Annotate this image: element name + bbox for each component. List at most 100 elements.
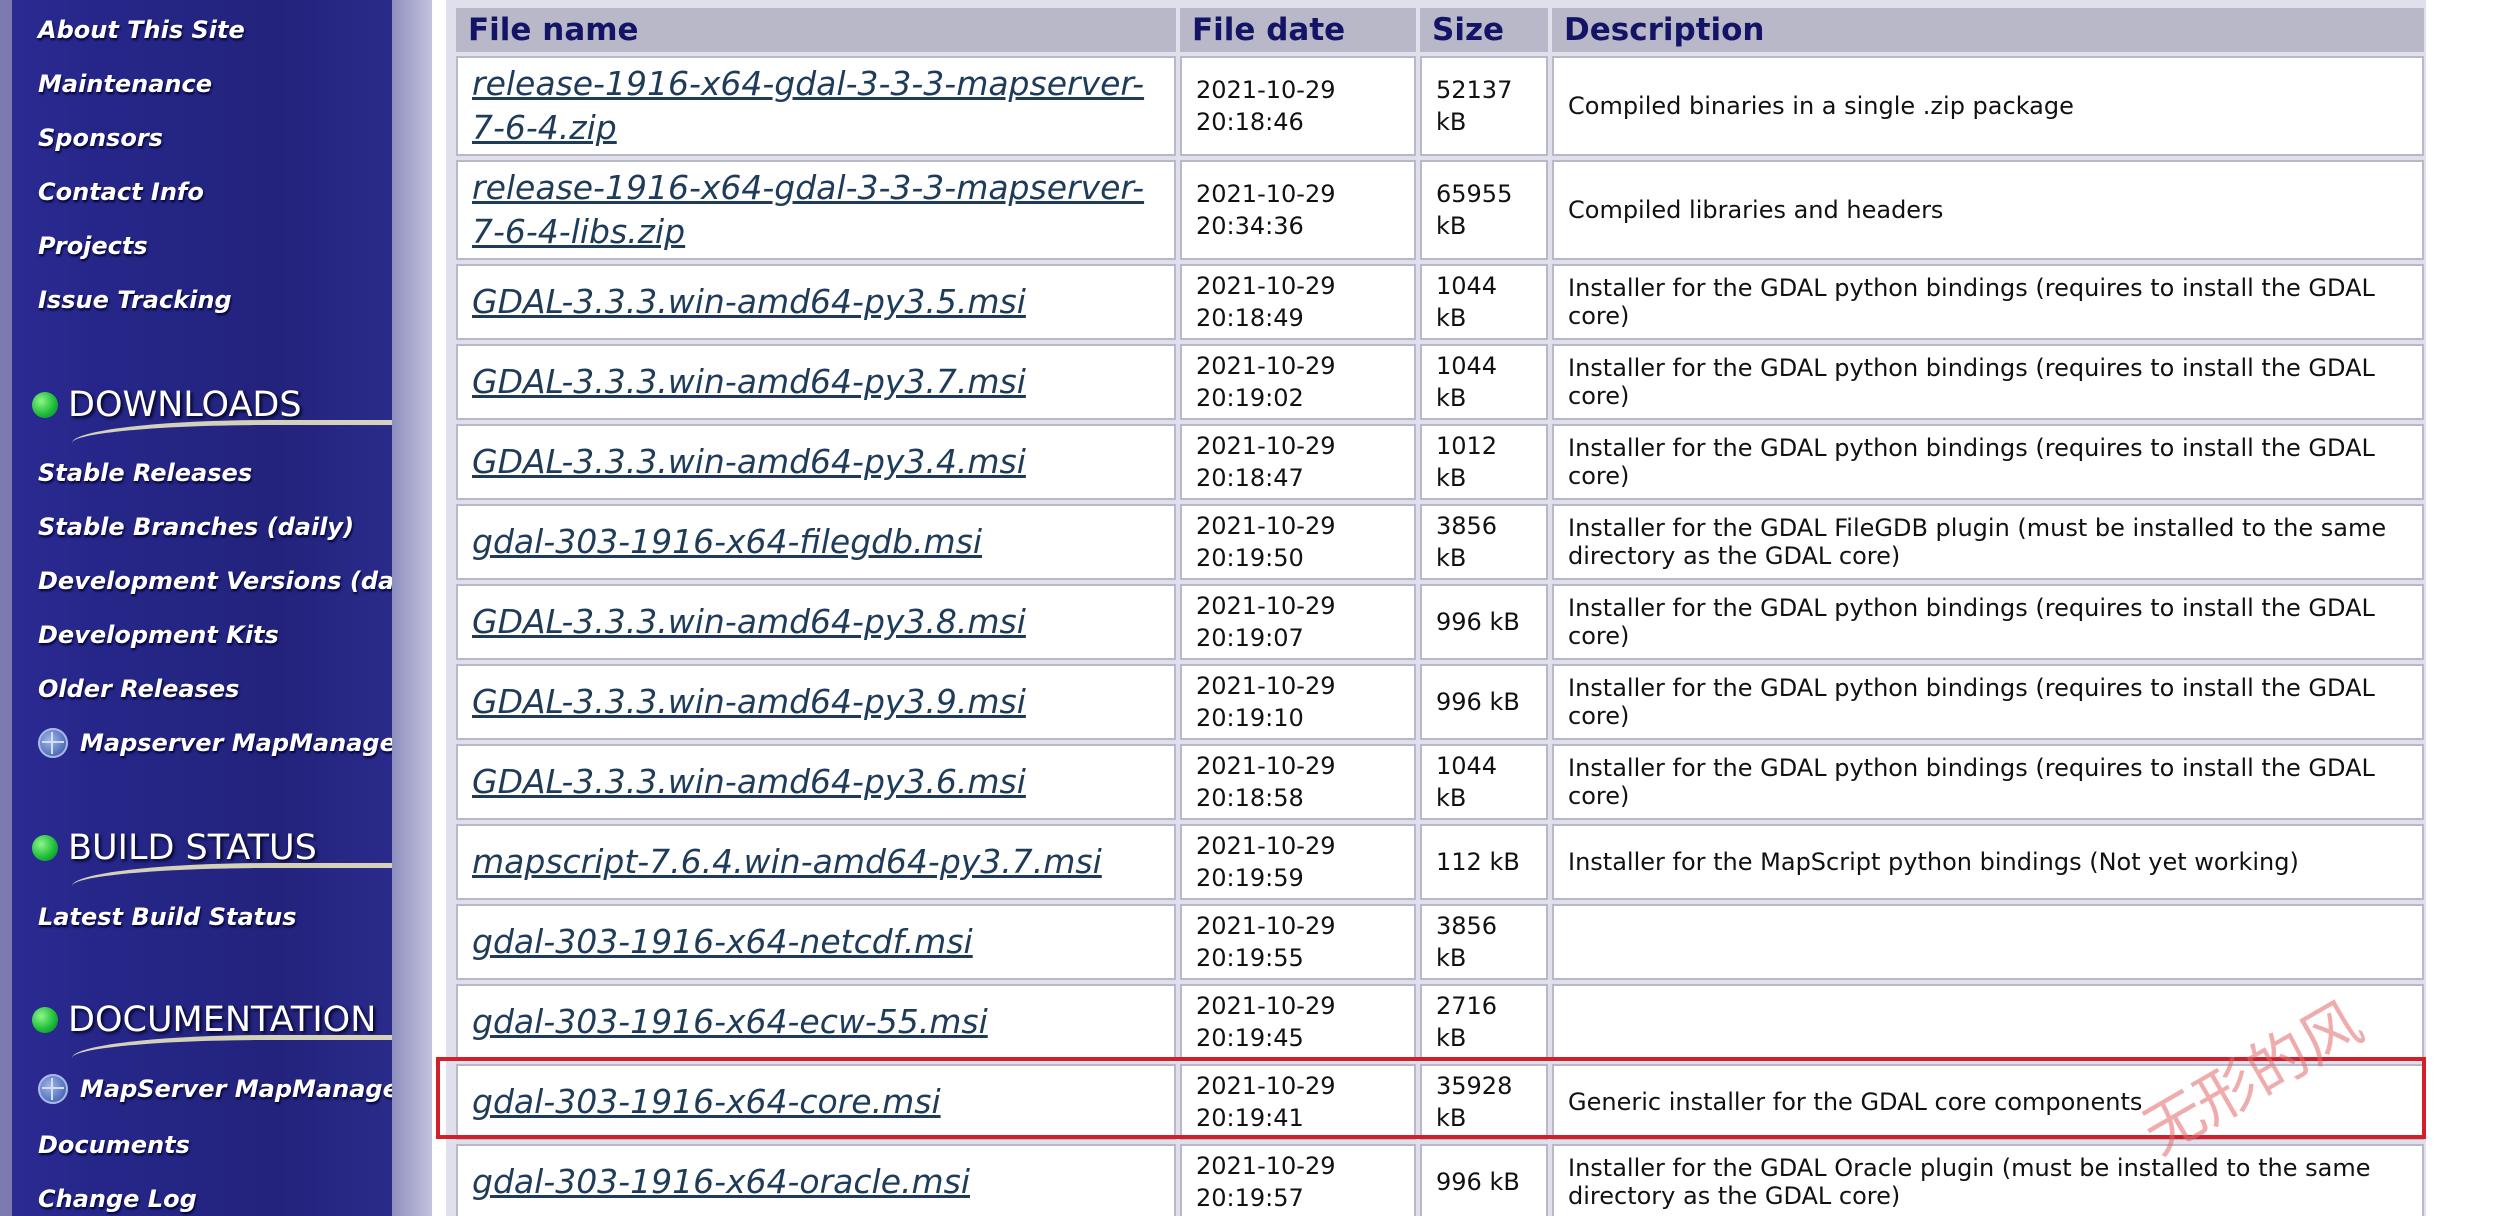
file-date: 2021-10-29 [1196,672,1336,700]
file-description: Generic installer for the GDAL core comp… [1568,1088,2143,1116]
file-download-link[interactable]: mapscript-7.6.4.win-amd64-py3.7.msi [472,842,1102,881]
file-size-cell: 996 kB [1420,1144,1548,1216]
file-time: 20:19:57 [1196,1184,1304,1212]
header-description[interactable]: Description [1552,8,2424,52]
file-description-cell [1552,904,2424,980]
page-right-gutter [2426,0,2498,1216]
file-date: 2021-10-29 [1196,592,1336,620]
file-name-line-1: GDAL-3.3.3.win-amd64-py3.7.msi [472,362,1026,401]
file-name-cell: GDAL-3.3.3.win-amd64-py3.9.msi [456,664,1176,740]
file-description-cell: Installer for the GDAL python bindings (… [1552,344,2424,420]
table-row: GDAL-3.3.3.win-amd64-py3.5.msi 2021-10-2… [456,264,2424,340]
nav-contact-info[interactable]: Contact Info [38,177,204,207]
nav-documents[interactable]: Documents [38,1130,190,1160]
file-download-link[interactable]: gdal-303-1916-x64-filegdb.msi [472,522,982,561]
nav-stable-branches[interactable]: Stable Branches (daily) [38,512,354,542]
nav-change-log[interactable]: Change Log [38,1184,197,1214]
file-date: 2021-10-29 [1196,912,1336,940]
nav-latest-build-status[interactable]: Latest Build Status [38,902,297,932]
nav-maintenance[interactable]: Maintenance [38,69,212,99]
header-file-date[interactable]: File date [1180,8,1416,52]
file-name-line-2: 7-6-4-libs.zip [472,212,686,251]
file-download-link[interactable]: GDAL-3.3.3.win-amd64-py3.8.msi [472,602,1026,641]
nav-stable-releases[interactable]: Stable Releases [38,458,252,488]
file-size: 3856 kB [1436,912,1498,972]
file-size-cell: 3856 kB [1420,904,1548,980]
section-build-status: BUILD STATUS [32,828,317,868]
file-name-line-2: 7-6-4.zip [472,108,617,147]
file-name-cell: gdal-303-1916-x64-filegdb.msi [456,504,1176,580]
file-time: 20:19:45 [1196,1024,1304,1052]
file-date-cell: 2021-10-29 20:19:45 [1180,984,1416,1060]
file-download-link[interactable]: GDAL-3.3.3.win-amd64-py3.5.msi [472,282,1026,321]
file-size-cell: 1012 kB [1420,424,1548,500]
file-download-link[interactable]: gdal-303-1916-x64-oracle.msi [472,1162,970,1201]
file-download-link[interactable]: gdal-303-1916-x64-ecw-55.msi [472,1002,988,1041]
nav-projects[interactable]: Projects [38,231,148,261]
nav-mapserver-mapmanager-label: Mapserver MapManager [80,729,408,757]
file-size: 1044 kB [1436,272,1498,332]
file-download-link[interactable]: gdal-303-1916-x64-netcdf.msi [472,922,973,961]
file-description: Installer for the MapScript python bindi… [1568,848,2299,876]
file-download-link[interactable]: gdal-303-1916-x64-core.msi [472,1082,941,1121]
file-date-cell: 2021-10-29 20:19:02 [1180,344,1416,420]
green-globe-icon [32,1007,58,1033]
file-description: Installer for the GDAL Oracle plugin (mu… [1568,1154,2371,1182]
file-date: 2021-10-29 [1196,1072,1336,1100]
file-date: 2021-10-29 [1196,752,1336,780]
file-time: 20:18:46 [1196,108,1304,136]
nav-older-releases[interactable]: Older Releases [38,674,239,704]
file-time: 20:18:47 [1196,464,1304,492]
file-date: 2021-10-29 [1196,512,1336,540]
nav-mapserver-mapmanager-docs[interactable]: MapServer MapManager [38,1074,411,1104]
file-download-link[interactable]: GDAL-3.3.3.win-amd64-py3.7.msi [472,362,1026,401]
file-size-unit: kB [1436,212,1467,240]
file-download-link[interactable]: GDAL-3.3.3.win-amd64-py3.4.msi [472,442,1026,481]
file-name-cell: GDAL-3.3.3.win-amd64-py3.6.msi [456,744,1176,820]
file-download-link[interactable]: release-1916-x64-gdal-3-3-3-mapserver- 7-… [472,64,1144,147]
file-date: 2021-10-29 [1196,272,1336,300]
file-date: 2021-10-29 [1196,180,1336,208]
file-date-cell: 2021-10-29 20:19:59 [1180,824,1416,900]
file-time: 20:34:36 [1196,212,1304,240]
file-name-line-1: GDAL-3.3.3.win-amd64-py3.9.msi [472,682,1026,721]
file-download-link[interactable]: release-1916-x64-gdal-3-3-3-mapserver- 7-… [472,168,1144,251]
table-row: gdal-303-1916-x64-core.msi 2021-10-29 20:… [456,1064,2424,1140]
nav-about-this-site[interactable]: About This Site [38,15,245,45]
file-description-cell: Installer for the GDAL python bindings (… [1552,744,2424,820]
file-date-cell: 2021-10-29 20:18:46 [1180,56,1416,156]
file-name-cell: GDAL-3.3.3.win-amd64-py3.7.msi [456,344,1176,420]
file-time: 20:19:55 [1196,944,1304,972]
file-size-unit: kB [1436,108,1467,136]
nav-sponsors[interactable]: Sponsors [38,123,163,153]
file-name-line-1: gdal-303-1916-x64-core.msi [472,1082,941,1121]
file-size-cell: 1044 kB [1420,344,1548,420]
file-size: 112 kB [1436,848,1520,876]
file-name-line-1: GDAL-3.3.3.win-amd64-py3.5.msi [472,282,1026,321]
file-date-cell: 2021-10-29 20:34:36 [1180,160,1416,260]
file-description-cell: Installer for the GDAL python bindings (… [1552,424,2424,500]
green-globe-icon [32,392,58,418]
file-size: 996 kB [1436,1168,1520,1196]
nav-development-kits[interactable]: Development Kits [38,620,279,650]
file-size: 1012 kB [1436,432,1498,492]
table-row: GDAL-3.3.3.win-amd64-py3.9.msi 2021-10-2… [456,664,2424,740]
file-download-link[interactable]: GDAL-3.3.3.win-amd64-py3.9.msi [472,682,1026,721]
file-description-cell: Installer for the GDAL FileGDB plugin (m… [1552,504,2424,580]
file-description-line-2: directory as the GDAL core) [1568,1182,1901,1210]
file-description: Compiled binaries in a single .zip packa… [1568,92,2074,120]
file-time: 20:18:49 [1196,304,1304,332]
file-size: 996 kB [1436,688,1520,716]
nav-mapserver-mapmanager[interactable]: Mapserver MapManager [38,728,408,758]
file-description-cell: Installer for the MapScript python bindi… [1552,824,2424,900]
file-download-link[interactable]: GDAL-3.3.3.win-amd64-py3.6.msi [472,762,1026,801]
file-size-cell: 35928 kB [1420,1064,1548,1140]
nav-development-versions[interactable]: Development Versions (daily) [38,566,437,596]
file-size: 2716 kB [1436,992,1498,1052]
file-description-cell: Generic installer for the GDAL core comp… [1552,1064,2424,1140]
header-size[interactable]: Size [1420,8,1548,52]
nav-issue-tracking[interactable]: Issue Tracking [38,285,232,315]
file-time: 20:19:50 [1196,544,1304,572]
file-date-cell: 2021-10-29 20:18:58 [1180,744,1416,820]
header-file-name[interactable]: File name [456,8,1176,52]
